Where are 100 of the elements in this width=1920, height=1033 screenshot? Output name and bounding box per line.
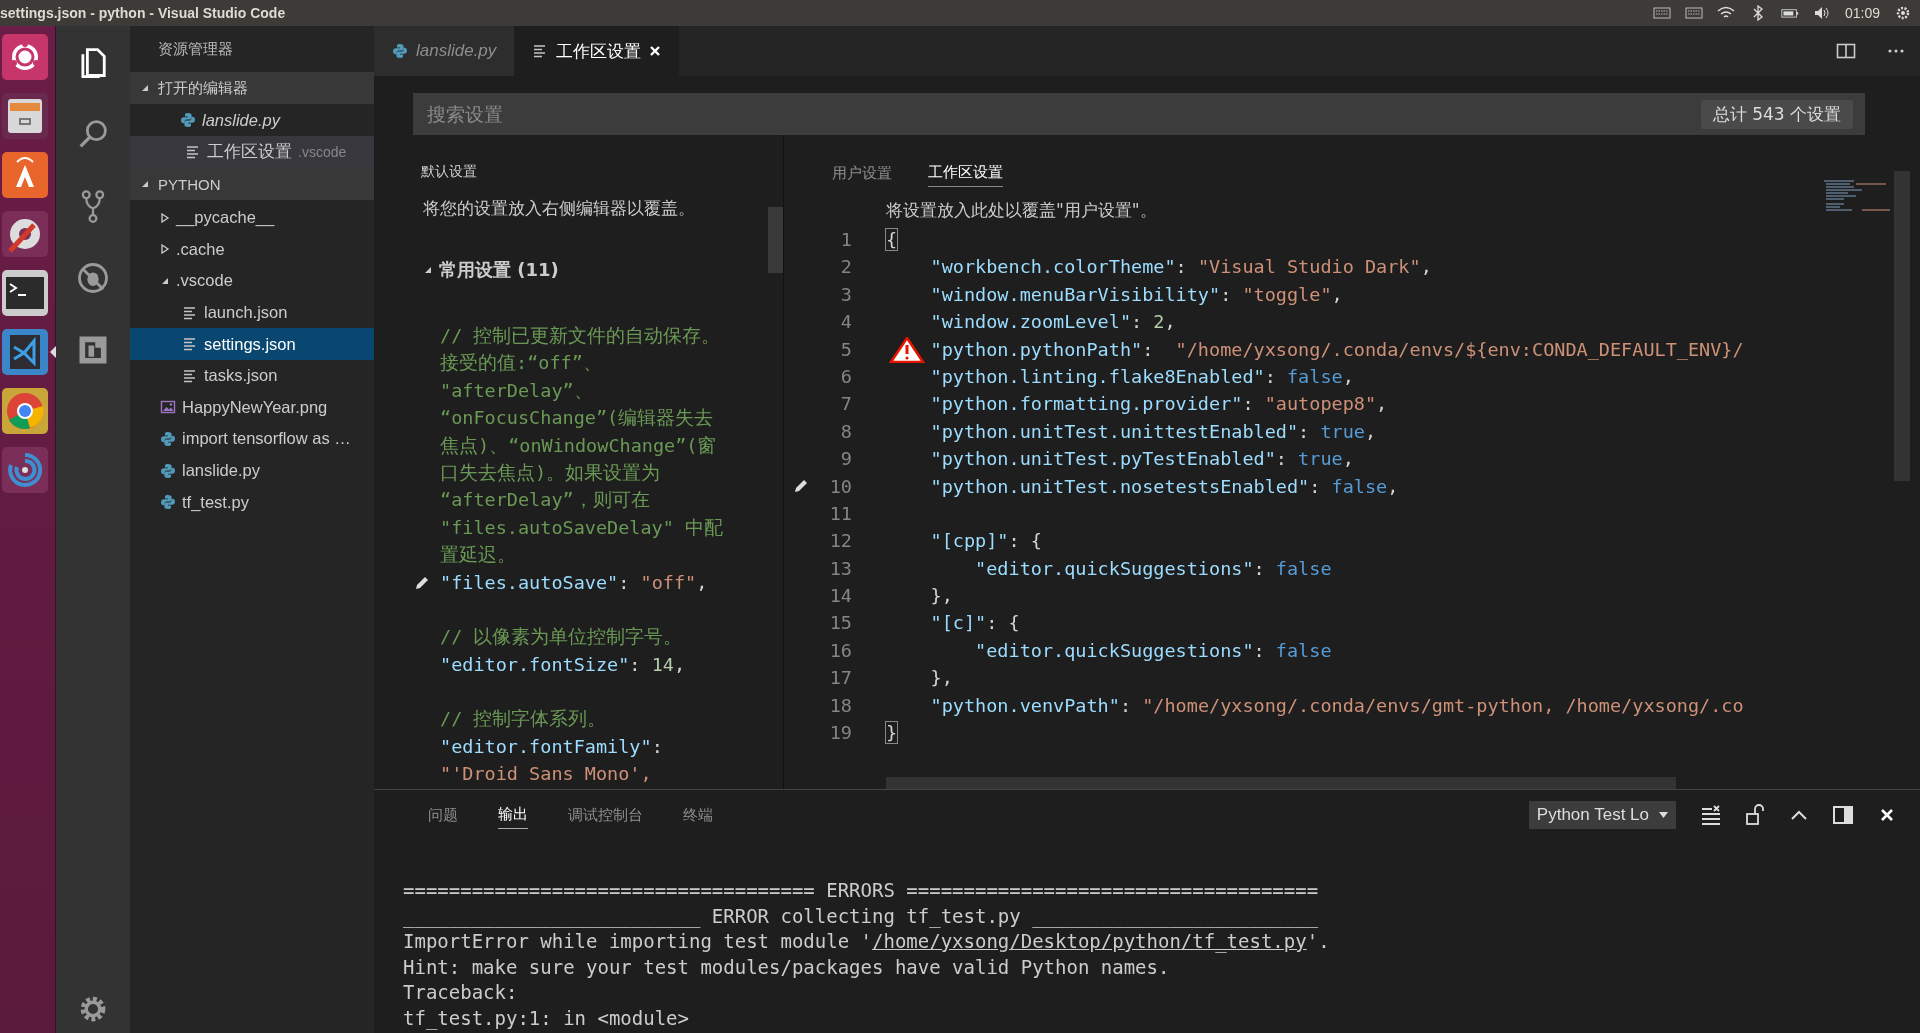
- panel-layout-icon[interactable]: [1832, 804, 1854, 826]
- code-comment: 置延迟。: [440, 544, 516, 566]
- launcher-app-icon[interactable]: [0, 386, 50, 436]
- clock[interactable]: 01:09: [1844, 5, 1880, 21]
- python-file-icon: [160, 494, 176, 511]
- line-number: 18: [828, 693, 852, 718]
- line-number: 5: [839, 337, 852, 362]
- editor-tab[interactable]: lanslide.py: [374, 26, 515, 76]
- line-number: 11: [828, 501, 852, 526]
- code-line: "editor.fontFamily":: [440, 735, 663, 757]
- warning-icon[interactable]: [888, 336, 926, 363]
- folder-item[interactable]: __pycache__: [130, 202, 374, 234]
- file-item[interactable]: tasks.json: [130, 359, 374, 392]
- open-editor-item[interactable]: 工作区设置 .vscode: [130, 136, 374, 168]
- python-file-icon: [180, 112, 196, 128]
- settings-tab[interactable]: 用户设置: [832, 163, 892, 187]
- line-number: 7: [839, 392, 852, 417]
- image-file-icon: [160, 399, 176, 416]
- code-line: "editor.quickSuggestions": false: [975, 556, 1332, 581]
- file-item[interactable]: lanslide.py: [130, 454, 374, 487]
- panel-tab[interactable]: 输出: [498, 801, 528, 829]
- line-number: 10: [828, 474, 852, 499]
- code-line: "[c]": {: [930, 611, 1020, 636]
- python-file-icon: [160, 430, 176, 447]
- line-number: 17: [828, 666, 852, 691]
- json-file-icon: [182, 304, 198, 321]
- line-number: 6: [839, 364, 852, 389]
- close-icon[interactable]: [649, 45, 662, 57]
- section-header[interactable]: 打开的编辑器: [130, 72, 374, 104]
- window-title: settings.json - python - Visual Studio Code: [0, 5, 287, 21]
- python-file-icon: [160, 462, 176, 479]
- line-number: 15: [828, 611, 852, 636]
- code-line: "files.autoSave": "off",: [440, 571, 708, 593]
- code-comment: // 控制已更新文件的自动保存。: [440, 325, 721, 346]
- code-line: "python.unitTest.pyTestEnabled": true,: [930, 447, 1354, 472]
- panel-tab[interactable]: 终端: [683, 801, 713, 829]
- output-line: Hint: make sure your test modules/packages have valid Python names.: [403, 954, 1170, 980]
- code-comment: "files.autoSaveDelay" 中配: [440, 516, 724, 538]
- section-header[interactable]: PYTHON: [130, 168, 374, 200]
- power-gear-icon[interactable]: [1894, 5, 1912, 21]
- keyboard-icon[interactable]: [1652, 5, 1671, 21]
- output-line: __________________________ ERROR collecting tf_test.py _________________________: [403, 903, 1319, 929]
- launcher-app-icon[interactable]: [0, 150, 50, 200]
- file-item[interactable]: launch.json: [130, 296, 374, 329]
- code-comment: “onFocusChange”(编辑器失去: [440, 407, 714, 429]
- pane-hint: 将设置放入此处以覆盖"用户设置"。: [886, 199, 1157, 222]
- code-comment: “afterDelay”，则可在: [440, 489, 650, 511]
- split-editor-icon[interactable]: [1836, 41, 1856, 61]
- launcher-app-icon[interactable]: [0, 268, 50, 318]
- code-line: "workbench.colorTheme": "Visual Studio Dark",: [930, 255, 1432, 280]
- launcher-app-icon[interactable]: [0, 91, 50, 141]
- debug-icon[interactable]: [75, 260, 111, 296]
- line-number: 9: [839, 447, 852, 472]
- settings-file-icon: [185, 144, 201, 160]
- code-comment: "afterDelay”、: [440, 379, 593, 401]
- line-number: 1: [839, 228, 852, 252]
- code-line: "python.formatting.provider": "autopep8",: [930, 392, 1388, 417]
- output-line: ==================================== ERRORS ====================================: [403, 878, 1319, 903]
- folder-item[interactable]: .cache: [130, 233, 374, 266]
- output-line: tf_test.py:1: in <module>: [403, 1005, 689, 1031]
- line-number: 8: [839, 419, 852, 444]
- code-line: "editor.fontSize": 14,: [440, 653, 686, 675]
- code-line: },: [930, 584, 953, 609]
- settings-tab[interactable]: 工作区设置: [928, 163, 1003, 187]
- open-editor-item[interactable]: lanslide.py: [130, 104, 374, 136]
- file-item[interactable]: HappyNewYear.png: [130, 391, 374, 424]
- collapsed-arrow-icon: [160, 212, 170, 223]
- output-channel-dropdown[interactable]: Python Test Lo: [1528, 801, 1676, 829]
- keyboard-icon[interactable]: [1684, 5, 1703, 21]
- json-file-icon: [182, 336, 198, 353]
- launcher-app-icon[interactable]: [0, 32, 50, 82]
- launcher-app-icon[interactable]: [0, 209, 50, 259]
- output-line: Traceback:: [403, 980, 518, 1005]
- code-line: "window.menuBarVisibility": "toggle",: [930, 282, 1343, 307]
- group-header[interactable]: 常用设置 (11): [423, 258, 559, 282]
- code-line: "window.zoomLevel": 2,: [930, 310, 1176, 335]
- file-item[interactable]: settings.json: [130, 328, 374, 360]
- code-comment: 口失去焦点)。如果设置为: [440, 461, 661, 483]
- file-item[interactable]: tf_test.py: [130, 486, 374, 518]
- scrollbar[interactable]: [886, 777, 1676, 789]
- scrollbar[interactable]: [768, 207, 783, 273]
- launcher-app-icon[interactable]: [0, 327, 50, 377]
- caret-icon: [1659, 812, 1668, 818]
- code-line: "'Droid Sans Mono',: [440, 763, 652, 785]
- sidebar-title: 资源管理器: [157, 38, 234, 59]
- code-comment: 接受的值:“off”、: [440, 352, 602, 374]
- json-file-icon: [182, 367, 198, 384]
- panel-tab[interactable]: 问题: [428, 801, 458, 829]
- volume-icon[interactable]: [1812, 5, 1831, 21]
- line-number: 14: [828, 584, 852, 609]
- folder-item[interactable]: .vscode: [130, 265, 374, 297]
- clear-output-icon[interactable]: [1700, 804, 1722, 826]
- panel-tab[interactable]: 调试控制台: [568, 801, 643, 829]
- code-line: "python.unitTest.nosetestsEnabled": false,: [930, 474, 1399, 499]
- file-item[interactable]: import tensorflow as …: [130, 423, 374, 455]
- lock-icon[interactable]: [1744, 804, 1766, 826]
- editor-tab[interactable]: 工作区设置: [514, 26, 680, 76]
- line-number: 4: [839, 310, 852, 335]
- code-line: },: [930, 666, 953, 691]
- python-file-icon: [392, 43, 408, 59]
